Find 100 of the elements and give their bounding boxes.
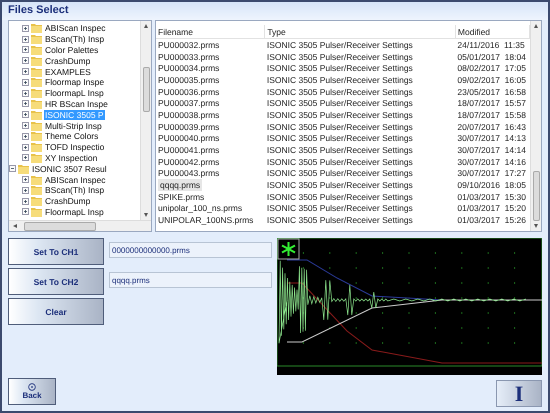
info-button[interactable]: I <box>496 380 542 407</box>
clear-button[interactable]: Clear <box>8 298 104 325</box>
window-title: Files Select <box>2 2 548 20</box>
file-type: ISONIC 3505 Pulser/Receiver Settings <box>266 98 413 108</box>
expand-icon[interactable] <box>22 36 29 43</box>
file-field[interactable]: qqqq.prms <box>109 272 272 288</box>
file-name[interactable]: PU000032.prms <box>158 40 220 50</box>
expand-icon[interactable] <box>22 57 29 64</box>
file-name[interactable]: PU000035.prms <box>158 74 220 85</box>
tree-item[interactable]: Floormap Inspe <box>44 77 106 88</box>
expand-icon[interactable] <box>22 46 29 54</box>
folder-icon <box>31 120 42 131</box>
tree-item[interactable]: BScan(Th) Insp <box>44 185 106 196</box>
file-type: ISONIC 3505 Pulser/Receiver Settings <box>266 122 413 132</box>
file-name[interactable]: PU000037.prms <box>158 98 220 108</box>
file-name[interactable]: PU000042.prms <box>158 156 220 167</box>
file-name[interactable]: PU000040.prms <box>158 133 220 144</box>
expand-icon[interactable] <box>22 122 29 130</box>
file-modified: 30/07/2017 17:27 <box>457 168 526 178</box>
set-channel-button[interactable]: Set To CH1 <box>8 238 104 265</box>
arrow-icon[interactable] <box>533 23 539 29</box>
set-channel-button[interactable]: Set To CH2 <box>8 268 104 295</box>
arrow-icon[interactable] <box>12 223 18 229</box>
file-type: ISONIC 3505 Pulser/Receiver Settings <box>266 203 413 214</box>
file-name[interactable]: SPIKE.prms <box>158 192 204 202</box>
expand-icon[interactable] <box>22 176 29 184</box>
file-modified: 30/07/2017 14:14 <box>457 145 526 156</box>
expand-icon[interactable] <box>22 111 29 118</box>
expand-icon[interactable] <box>22 100 29 108</box>
expand-icon[interactable] <box>22 208 29 216</box>
scrollbar[interactable] <box>140 21 151 220</box>
file-modified: 24/11/2016 11:35 <box>457 40 525 50</box>
expand-icon[interactable] <box>22 132 29 140</box>
tree-item[interactable]: FloormapL Insp <box>44 88 105 98</box>
folder-icon <box>31 110 42 120</box>
back-button[interactable]: Back <box>8 378 56 405</box>
file-type: ISONIC 3505 Pulser/Receiver Settings <box>266 110 413 120</box>
expand-icon[interactable] <box>22 198 29 205</box>
file-name[interactable]: PU000039.prms <box>158 122 220 132</box>
folder-icon <box>31 66 42 77</box>
file-name[interactable]: PU000034.prms <box>158 63 220 74</box>
file-name[interactable]: PU000036.prms <box>158 86 220 97</box>
column-header[interactable]: Type <box>264 25 456 38</box>
file-type: ISONIC 3505 Pulser/Receiver Settings <box>266 133 413 144</box>
file-name[interactable]: qqqq.prms <box>158 179 202 192</box>
file-type: ISONIC 3505 Pulser/Receiver Settings <box>266 74 413 85</box>
file-modified: 05/01/2017 18:04 <box>457 52 526 62</box>
expand-icon[interactable] <box>22 24 29 32</box>
tree-item[interactable]: CrashDump <box>44 196 92 206</box>
circle-dot-icon <box>28 383 36 391</box>
expand-icon[interactable] <box>22 186 29 194</box>
folder-icon <box>31 174 42 185</box>
tree-item[interactable]: EXAMPLES <box>44 66 92 77</box>
collapse-icon[interactable] <box>9 165 16 172</box>
folder-icon <box>31 142 42 152</box>
file-name[interactable]: PU000038.prms <box>158 110 220 120</box>
file-type: ISONIC 3505 Pulser/Receiver Settings <box>266 156 413 167</box>
file-name[interactable]: PU000043.prms <box>158 168 220 178</box>
folder-icon <box>31 44 42 55</box>
file-type: ISONIC 3505 Pulser/Receiver Settings <box>266 86 413 97</box>
snowflake-icon[interactable] <box>278 238 300 260</box>
folder-icon <box>31 152 42 163</box>
tree-item[interactable]: FloormapL Insp <box>44 206 105 217</box>
arrow-icon[interactable] <box>143 212 149 218</box>
tree-item[interactable]: Color Palettes <box>44 44 100 55</box>
horizontal-scrollbar[interactable] <box>9 220 151 231</box>
tree-item[interactable]: ISONIC 3507 Resul <box>31 164 108 174</box>
file-type: ISONIC 3505 Pulser/Receiver Settings <box>266 52 413 62</box>
expand-icon[interactable] <box>22 90 29 97</box>
file-field[interactable]: 0000000000000.prms <box>109 242 272 258</box>
expand-icon[interactable] <box>22 78 29 86</box>
file-type: ISONIC 3505 Pulser/Receiver Settings <box>266 145 413 156</box>
tree-item[interactable]: TOFD Inspectio <box>44 142 106 152</box>
column-header[interactable]: Modified <box>455 25 530 38</box>
tree-item[interactable]: ABIScan Inspec <box>44 174 106 185</box>
file-name[interactable]: UNIPOLAR_100NS.prms <box>158 215 254 226</box>
file-name[interactable]: PU000033.prms <box>158 52 220 62</box>
file-modified: 23/05/2017 16:58 <box>457 86 526 97</box>
file-modified: 01/03/2017 15:20 <box>457 203 526 214</box>
expand-icon[interactable] <box>22 68 29 76</box>
folder-icon <box>31 23 42 34</box>
file-modified: 01/03/2017 15:26 <box>457 215 526 226</box>
tree-item[interactable]: HR BScan Inspe <box>44 98 109 109</box>
tree-item[interactable]: Multi-Strip Insp <box>44 120 103 131</box>
file-name[interactable]: PU000041.prms <box>158 145 220 156</box>
arrow-icon[interactable] <box>143 23 149 29</box>
file-type: ISONIC 3505 Pulser/Receiver Settings <box>266 215 413 226</box>
arrow-icon[interactable] <box>533 223 539 229</box>
scrollbar[interactable] <box>530 21 541 231</box>
tree-item[interactable]: XY Inspection <box>44 152 98 163</box>
tree-item[interactable]: BScan(Th) Insp <box>44 34 106 44</box>
file-modified: 30/07/2017 14:13 <box>457 133 526 144</box>
tree-item[interactable]: Theme Colors <box>44 131 100 142</box>
tree-item[interactable]: ABIScan Inspec <box>44 23 106 34</box>
tree-item[interactable]: CrashDump <box>44 56 92 66</box>
expand-icon[interactable] <box>22 144 29 151</box>
column-header[interactable]: Filename <box>156 25 265 38</box>
file-name[interactable]: unipolar_100_ns.prms <box>158 203 242 214</box>
expand-icon[interactable] <box>22 154 29 162</box>
file-modified: 18/07/2017 15:57 <box>457 98 526 108</box>
